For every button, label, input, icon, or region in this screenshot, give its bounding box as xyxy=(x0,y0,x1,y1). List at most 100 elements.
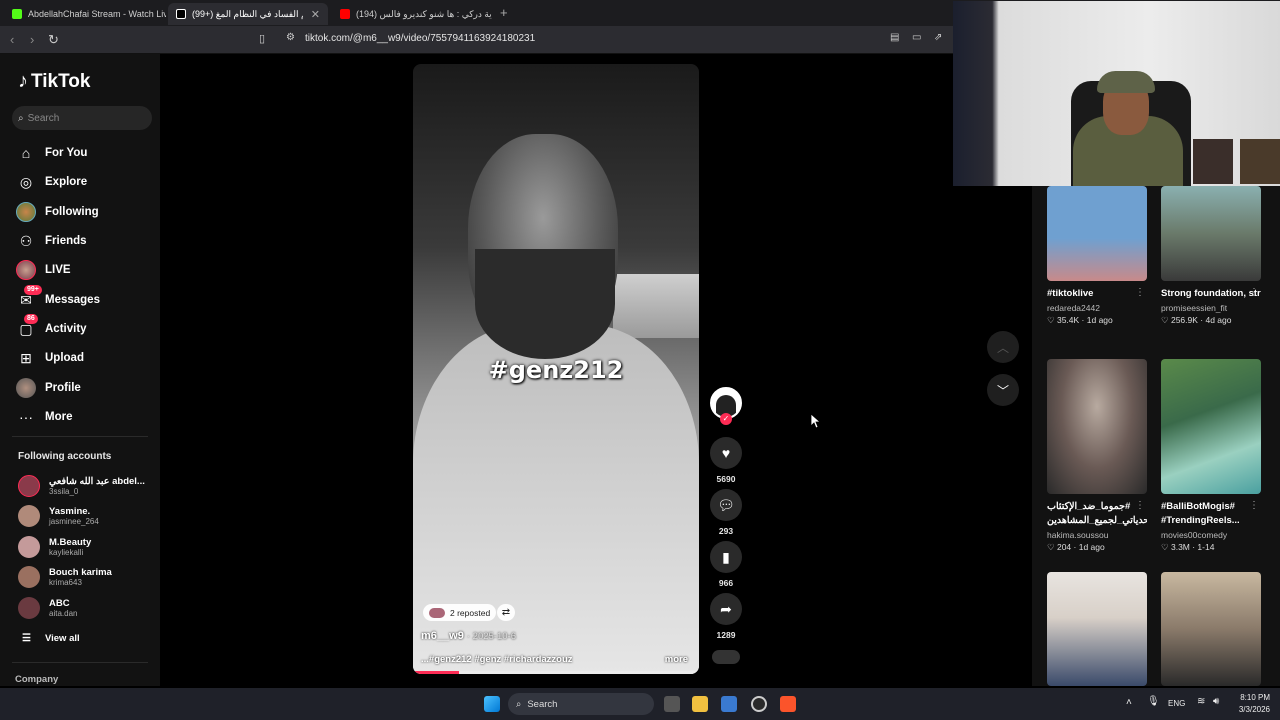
account-name: Yasmine. xyxy=(49,506,91,517)
view-all-link[interactable]: ☰ View all xyxy=(22,633,80,644)
back-icon[interactable]: ‹ xyxy=(10,32,14,47)
recommended-video[interactable] xyxy=(1161,572,1261,686)
following-account[interactable]: عبد الله شافعي abdel... 3ssila_0 xyxy=(18,475,145,497)
site-info-icon[interactable]: ⚙ xyxy=(286,32,295,43)
like-button[interactable]: ♥ 5690 xyxy=(710,437,742,484)
reposted-chip[interactable]: 2 reposted xyxy=(423,604,497,621)
nav-label: Upload xyxy=(45,352,84,364)
recommended-video[interactable]: #جموما_ضد_الإكتئاب ⋮ تحدياتي_لجميع_المشا… xyxy=(1047,359,1147,553)
following-account[interactable]: ABC aita.dan xyxy=(18,597,77,619)
reload-icon[interactable]: ↻ xyxy=(48,32,59,48)
previous-video-icon[interactable]: ︿ xyxy=(987,331,1019,363)
task-view-icon[interactable] xyxy=(664,696,680,712)
share-arrow-icon: ➦ xyxy=(710,593,742,625)
video-title: #BalliBotMogis# xyxy=(1161,501,1235,512)
tiktok-logo[interactable]: ♪ TikTok xyxy=(18,70,90,93)
nav-label: Messages xyxy=(45,294,100,306)
avatar xyxy=(18,566,40,588)
nav-label: Friends xyxy=(45,235,87,247)
nav-explore[interactable]: ◎ Explore xyxy=(16,171,87,193)
taskbar-search[interactable]: ⌕ Search xyxy=(508,693,654,715)
camera-app-icon[interactable] xyxy=(721,696,737,712)
recommended-video[interactable]: #BalliBotMogis# ⋮ #TrendingReels... movi… xyxy=(1161,359,1261,553)
obs-icon[interactable] xyxy=(751,696,767,712)
more-link[interactable]: more xyxy=(665,654,688,665)
system-clock[interactable]: 8:10 PM 3/3/2026 xyxy=(1230,692,1270,716)
reposter-avatars xyxy=(429,607,445,618)
wifi-icon[interactable]: ≋ xyxy=(1197,696,1205,707)
browser-tab[interactable]: AbdellahChafai Stream - Watch Live xyxy=(4,3,166,25)
kebab-menu-icon[interactable]: ⋮ xyxy=(1249,287,1259,298)
share-button[interactable]: ➦ 1289 xyxy=(710,593,742,640)
company-link[interactable]: Company xyxy=(15,674,58,685)
volume-icon[interactable]: 🔊︎ xyxy=(1213,696,1219,707)
windows-start-icon[interactable] xyxy=(484,696,500,712)
video-thumbnail[interactable] xyxy=(1047,359,1147,494)
nav-friends[interactable]: ⚇ Friends xyxy=(16,230,87,252)
video-player[interactable]: #genz212 2 reposted ⇄ m6__w9 · 2025-10-6… xyxy=(413,64,699,674)
nav-activity[interactable]: ▢ 86 Activity xyxy=(16,314,87,340)
video-thumbnail[interactable] xyxy=(1047,186,1147,281)
chevron-up-icon[interactable]: ˄ xyxy=(1126,697,1132,708)
browser-tab[interactable]: (194) حكاية دركي : ها شنو كنديرو فالس xyxy=(332,3,492,25)
messages-badge: 99+ xyxy=(24,285,42,295)
following-accounts-heading: Following accounts xyxy=(18,451,112,462)
video-meta: ♡ 204 · 1d ago xyxy=(1047,542,1105,552)
kebab-menu-icon[interactable]: ⋮ xyxy=(1135,287,1145,298)
upload-icon: ⊞ xyxy=(20,349,32,366)
bookmark-icon[interactable]: ▯ xyxy=(259,32,265,45)
forward-icon[interactable]: › xyxy=(30,32,34,47)
account-handle: kayliekalli xyxy=(49,548,84,557)
video-thumbnail[interactable] xyxy=(1047,572,1147,686)
browser-tab-active[interactable]: (99+) تقييم الفساد في النظام المغ ✕ xyxy=(168,3,328,25)
nav-following[interactable]: Following xyxy=(16,201,99,223)
new-tab-icon[interactable]: + xyxy=(500,5,508,20)
reader-icon[interactable]: ▤ xyxy=(890,32,899,43)
nav-live[interactable]: LIVE xyxy=(16,259,71,281)
post-date: · 2025-10-6 xyxy=(466,631,516,642)
file-explorer-icon[interactable] xyxy=(692,696,708,712)
recommended-video[interactable]: #tiktoklive ⋮ redareda2442 ♡ 35.4K · 1d … xyxy=(1047,186,1147,326)
kebab-menu-icon[interactable]: ⋮ xyxy=(1249,500,1259,511)
like-count: 5690 xyxy=(716,474,736,484)
streamer-cap xyxy=(1097,71,1155,93)
avatar xyxy=(18,475,40,497)
cast-icon[interactable]: ▭ xyxy=(912,32,921,43)
repost-icon[interactable]: ⇄ xyxy=(497,604,515,621)
following-account[interactable]: M.Beauty kayliekalli xyxy=(18,536,91,558)
sound-disc-icon[interactable] xyxy=(712,650,740,664)
video-author[interactable]: m6__w9 · 2025-10-6 xyxy=(421,630,516,642)
following-account[interactable]: Yasmine. jasminee_264 xyxy=(18,505,99,527)
following-account[interactable]: Bouch karima krima643 xyxy=(18,566,112,588)
share-icon[interactable]: ⇗ xyxy=(934,32,942,43)
video-thumbnail[interactable] xyxy=(1161,186,1261,281)
recommended-video[interactable]: Strong foundation, strong... ⋮ promisees… xyxy=(1161,186,1261,326)
next-video-icon[interactable]: ﹀ xyxy=(987,374,1019,406)
nav-more[interactable]: ··· More xyxy=(16,406,72,428)
avatar xyxy=(18,505,40,527)
video-thumbnail[interactable] xyxy=(1161,359,1261,494)
account-handle: aita.dan xyxy=(49,609,78,618)
clock-time: 8:10 PM xyxy=(1240,693,1270,702)
wall-poster xyxy=(1240,139,1280,184)
webcam-overlay xyxy=(953,1,1280,186)
nav-upload[interactable]: ⊞ Upload xyxy=(16,347,84,369)
comment-button[interactable]: 💬︎ 293 xyxy=(710,489,742,536)
microphone-icon[interactable]: 🎙︎ xyxy=(1147,696,1160,707)
nav-label: Profile xyxy=(45,382,81,394)
recommended-video[interactable] xyxy=(1047,572,1147,686)
kebab-menu-icon[interactable]: ⋮ xyxy=(1135,500,1145,511)
message-icon: ✉ 99+ xyxy=(16,285,42,310)
close-tab-icon[interactable]: ✕ xyxy=(311,8,320,21)
nav-messages[interactable]: ✉ 99+ Messages xyxy=(16,285,100,311)
nav-for-you[interactable]: ⌂ For You xyxy=(16,142,88,164)
follow-check-icon[interactable]: ✓ xyxy=(720,413,732,425)
search-input[interactable]: ⌕ Search xyxy=(12,106,152,130)
language-indicator[interactable]: ENG xyxy=(1168,699,1185,708)
nav-profile[interactable]: Profile xyxy=(16,377,81,399)
brave-browser-icon[interactable] xyxy=(780,696,796,712)
save-button[interactable]: ▮ 966 xyxy=(710,541,742,588)
url-field[interactable]: tiktok.com/@m6__w9/video/755794116392418… xyxy=(305,33,535,44)
video-progress-bar[interactable] xyxy=(413,671,699,674)
video-thumbnail[interactable] xyxy=(1161,572,1261,686)
